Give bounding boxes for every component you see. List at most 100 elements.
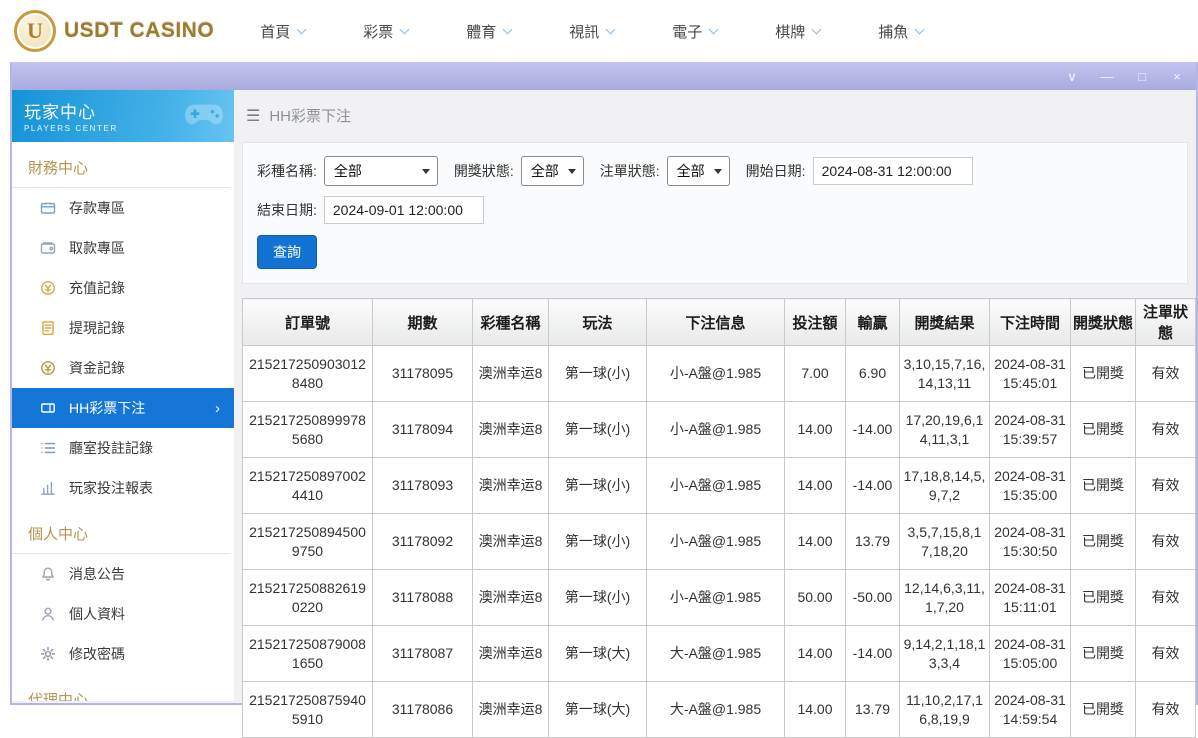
top-nav-item-5[interactable]: 棋牌 [775, 21, 822, 42]
table-cell: 2152172508826190220 [242, 569, 373, 626]
close-icon: × [1173, 68, 1181, 84]
sidebar-item-profile[interactable]: 個人資料 [12, 594, 234, 634]
table-cell: 已開獎 [1070, 345, 1136, 402]
top-nav-item-6[interactable]: 捕魚 [878, 21, 925, 42]
table-cell: -50.00 [845, 569, 900, 626]
table-cell: 13.79 [845, 681, 900, 738]
announcement-icon [40, 566, 56, 582]
table-cell: 2024-08-31 15:11:01 [989, 569, 1071, 626]
column-header-0: 訂單號 [242, 298, 373, 346]
column-header-4: 下注信息 [646, 298, 785, 346]
draw-status-filter-group: 開獎狀態: 全部 [454, 156, 584, 186]
table-cell: 31178093 [372, 457, 473, 514]
column-header-6: 輸贏 [845, 298, 900, 346]
recharge-record-icon [40, 280, 56, 296]
sidebar-item-withdraw[interactable]: 取款專區 [12, 228, 234, 268]
sidebar-item-funds-record[interactable]: 資金記錄 [12, 348, 234, 388]
casino-logo-icon: U [14, 10, 56, 52]
search-button[interactable]: 查詢 [257, 235, 317, 269]
table-cell: 小-A盤@1.985 [646, 345, 785, 402]
lottery-name-label: 彩種名稱: [257, 163, 317, 179]
table-cell: 有效 [1135, 681, 1196, 738]
breadcrumb: ☰ HH彩票下注 [234, 90, 1196, 138]
logo-text: USDT CASINO [64, 19, 215, 42]
table-cell: 小-A盤@1.985 [646, 401, 785, 458]
chevron-down-icon [296, 24, 307, 34]
table-cell: 已開獎 [1070, 625, 1136, 682]
filter-panel: 彩種名稱: 全部 開獎狀態: 全部 注單狀態: 全部 開始日期: 2024-08… [242, 142, 1188, 284]
main-content: ☰ HH彩票下注 彩種名稱: 全部 開獎狀態: 全部 注單狀態: 全部 開始日期… [234, 90, 1196, 738]
table-cell: 2152172508945009750 [242, 513, 373, 570]
draw-status-select[interactable]: 全部 [520, 156, 584, 186]
table-cell: -14.00 [845, 401, 900, 458]
lottery-name-select[interactable]: 全部 [323, 156, 438, 186]
bet-table: 訂單號 期數 彩種名稱 玩法 下注信息 投注額 輸贏 開獎結果 下注時間 開獎狀態 注單狀態 215… [242, 298, 1196, 738]
table-cell: 31178092 [372, 513, 473, 570]
nav-item-label: 彩票 [363, 23, 394, 41]
start-date-input[interactable] [812, 157, 973, 185]
sidebar-item-change-password[interactable]: 修改密碼 [12, 634, 234, 674]
bet-status-select[interactable]: 全部 [666, 156, 730, 186]
table-cell: 50.00 [784, 569, 846, 626]
table-cell: 3,10,15,7,16,14,13,11 [899, 345, 990, 402]
table-cell: 14.00 [784, 457, 846, 514]
table-cell: 有效 [1135, 345, 1196, 402]
column-header-2: 彩種名稱 [472, 298, 549, 346]
table-cell: 2024-08-31 15:35:00 [989, 457, 1071, 514]
table-cell: 2152172508970024410 [242, 457, 373, 514]
end-date-input[interactable] [323, 196, 484, 224]
menu-icon[interactable]: ☰ [246, 106, 260, 126]
window-maximize-button[interactable]: □ [1135, 70, 1149, 83]
table-row: 2152172508999785680 31178094 澳洲幸运8 第一球(小) 小-… [242, 401, 1196, 458]
bet-status-filter-group: 注單狀態: 全部 [600, 156, 730, 186]
deposit-icon [40, 200, 56, 216]
sidebar-sections: 財務中心 存款專區 取款專區 充值記錄 提現記錄 資金記錄 HH彩票下注 › 廳室投註記錄 玩家投… [12, 142, 234, 701]
table-cell: 17,18,8,14,5,9,7,2 [899, 457, 990, 514]
table-cell: 7.00 [784, 345, 846, 402]
bet-status-label: 注單狀態: [599, 163, 660, 179]
top-nav-item-4[interactable]: 電子 [672, 21, 719, 42]
sidebar-section-heading-1: 個人中心 [12, 508, 230, 554]
window-minimize-button[interactable]: — [1100, 70, 1114, 83]
table-cell: 有效 [1135, 569, 1196, 626]
chevron-down-icon [605, 24, 616, 34]
table-cell: 2152172508759405910 [242, 681, 373, 738]
usdt-casino-logo[interactable]: U USDT CASINO [14, 10, 214, 52]
table-cell: 澳洲幸运8 [472, 681, 549, 738]
player-report-icon [40, 480, 56, 496]
table-cell: 小-A盤@1.985 [646, 569, 785, 626]
sidebar-item-hh-lottery-bets[interactable]: HH彩票下注 › [12, 388, 234, 428]
column-header-1: 期數 [372, 298, 473, 346]
window-collapse-button[interactable]: ∨ [1065, 70, 1079, 83]
sidebar-item-deposit[interactable]: 存款專區 [12, 188, 234, 228]
sidebar: 玩家中心 PLAYERS CENTER 財務中心 存款專區 取款專區 充值記錄 提現記錄… [12, 90, 234, 701]
lottery-bet-icon [40, 400, 56, 416]
table-cell: 2024-08-31 15:45:01 [989, 345, 1071, 402]
table-cell: 31178086 [372, 681, 473, 738]
sidebar-item-recharge-record[interactable]: 充值記錄 [12, 268, 234, 308]
sidebar-item-withdraw-record[interactable]: 提現記錄 [12, 308, 234, 348]
table-cell: 澳洲幸运8 [472, 457, 549, 514]
window-close-button[interactable]: × [1170, 70, 1184, 83]
hall-bet-record-icon [40, 440, 56, 456]
page: U USDT CASINO 首頁 彩票 體育 視訊 電子 棋牌 捕魚 ∨ — □ × 玩家中心 P… [0, 0, 1198, 738]
sidebar-item-label: 個人資料 [69, 606, 125, 622]
top-nav-item-3[interactable]: 視訊 [569, 21, 616, 42]
funds-record-icon [40, 360, 56, 376]
table-cell: 12,14,6,3,11,1,7,20 [899, 569, 990, 626]
table-cell: 第一球(小) [548, 513, 647, 570]
sidebar-item-player-bet-report[interactable]: 玩家投注報表 [12, 468, 234, 508]
sidebar-item-announcements[interactable]: 消息公告 [12, 554, 234, 594]
sidebar-item-hall-bet-records[interactable]: 廳室投註記錄 [12, 428, 234, 468]
sidebar-item-label: 提現記錄 [69, 320, 125, 336]
start-date-label: 開始日期: [745, 163, 806, 179]
sidebar-item-label: 存款專區 [69, 200, 125, 216]
top-nav-item-2[interactable]: 體育 [466, 21, 513, 42]
column-header-10: 注單狀態 [1135, 298, 1196, 346]
table-cell: 14.00 [784, 401, 846, 458]
table-cell: 澳洲幸运8 [472, 625, 549, 682]
top-nav-item-1[interactable]: 彩票 [363, 21, 410, 42]
table-cell: 小-A盤@1.985 [646, 513, 785, 570]
top-nav: 首頁 彩票 體育 視訊 電子 棋牌 捕魚 [260, 21, 925, 42]
top-nav-item-0[interactable]: 首頁 [260, 21, 307, 42]
